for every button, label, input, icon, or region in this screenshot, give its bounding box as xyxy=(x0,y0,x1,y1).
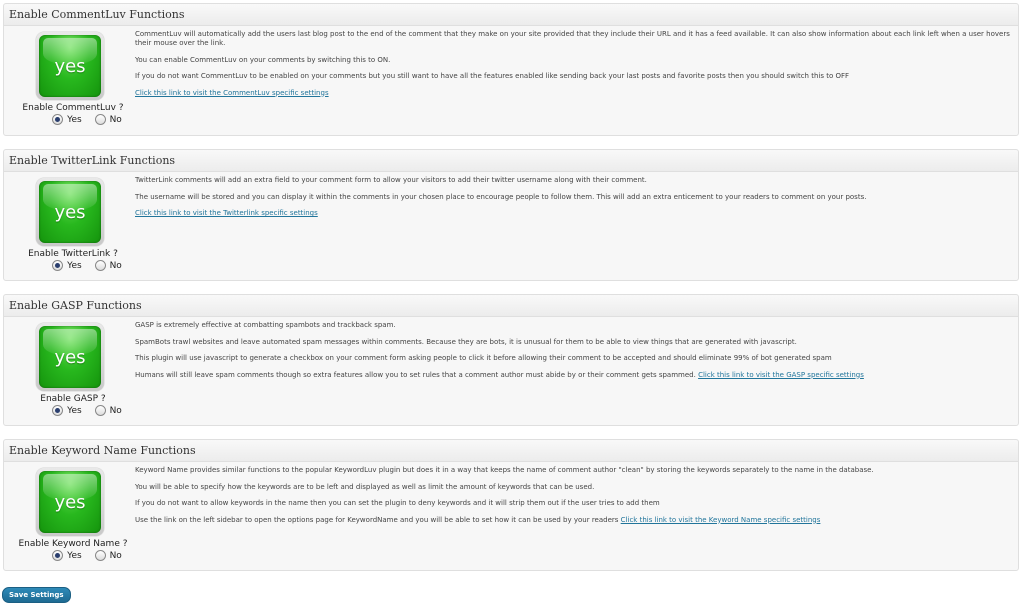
gasp-settings-link[interactable]: Click this link to visit the GASP specif… xyxy=(698,371,864,379)
description-paragraph: Use the link on the left sidebar to open… xyxy=(135,515,619,524)
radio-option-yes[interactable]: Yes xyxy=(52,114,82,125)
description-paragraph: GASP is extremely effective at combattin… xyxy=(135,321,396,329)
radio-no[interactable] xyxy=(94,550,106,561)
yes-toggle-icon[interactable]: yes xyxy=(36,323,104,391)
toggle-label: Enable CommentLuv ? xyxy=(22,103,124,113)
radio-option-yes[interactable]: Yes xyxy=(52,405,82,416)
radio-option-no[interactable]: No xyxy=(94,260,122,271)
panel-title: Enable TwitterLink Functions xyxy=(4,150,1018,172)
description-paragraph: This plugin will use javascript to gener… xyxy=(135,354,832,362)
radio-group: Yes No xyxy=(32,114,152,125)
description: GASP is extremely effective at combattin… xyxy=(135,321,1015,387)
radio-yes-label: Yes xyxy=(67,551,82,561)
gasp-panel: Enable GASP Functions yes Enable GASP ? … xyxy=(3,294,1019,426)
yes-toggle-icon[interactable]: yes xyxy=(36,32,104,100)
panel-title: Enable GASP Functions xyxy=(4,295,1018,317)
description-paragraph: Keyword Name provides similar functions … xyxy=(135,466,874,474)
yes-icon-text: yes xyxy=(54,346,86,368)
description-paragraph: TwitterLink comments will add an extra f… xyxy=(135,176,647,184)
radio-no-label: No xyxy=(109,551,122,561)
radio-option-no[interactable]: No xyxy=(94,114,122,125)
keyword-name-panel: Enable Keyword Name Functions yes Enable… xyxy=(3,439,1019,571)
radio-no-label: No xyxy=(109,406,122,416)
radio-yes[interactable] xyxy=(52,405,64,416)
description-paragraph: If you do not want to allow keywords in … xyxy=(135,499,660,507)
yes-icon-text: yes xyxy=(54,201,86,223)
commentluv-settings-link[interactable]: Click this link to visit the CommentLuv … xyxy=(135,89,329,97)
yes-toggle-icon[interactable]: yes xyxy=(36,178,104,246)
radio-no[interactable] xyxy=(94,114,106,125)
radio-no[interactable] xyxy=(94,260,106,271)
description-paragraph: CommentLuv will automatically add the us… xyxy=(135,30,1010,47)
radio-option-no[interactable]: No xyxy=(94,405,122,416)
radio-option-yes[interactable]: Yes xyxy=(52,550,82,561)
description: CommentLuv will automatically add the us… xyxy=(135,30,1015,105)
twitterlink-panel: Enable TwitterLink Functions yes Enable … xyxy=(3,149,1019,281)
panel-title: Enable Keyword Name Functions xyxy=(4,440,1018,462)
yes-icon-text: yes xyxy=(54,55,86,77)
radio-option-no[interactable]: No xyxy=(94,550,122,561)
radio-no[interactable] xyxy=(94,405,106,416)
radio-group: Yes No xyxy=(32,550,152,561)
toggle-label: Enable Keyword Name ? xyxy=(18,539,128,549)
description-paragraph: If you do not want CommentLuv to be enab… xyxy=(135,72,850,80)
radio-option-yes[interactable]: Yes xyxy=(52,260,82,271)
radio-yes-label: Yes xyxy=(67,406,82,416)
commentluv-panel: Enable CommentLuv Functions yes Enable C… xyxy=(3,3,1019,136)
description-paragraph: You can enable CommentLuv on your commen… xyxy=(135,55,391,64)
radio-yes-label: Yes xyxy=(67,115,82,125)
radio-yes[interactable] xyxy=(52,114,64,125)
radio-yes-label: Yes xyxy=(67,261,82,271)
radio-yes[interactable] xyxy=(52,260,64,271)
yes-icon-text: yes xyxy=(54,491,86,513)
description-paragraph: You will be able to specify how the keyw… xyxy=(135,482,595,491)
description-paragraph: Humans will still leave spam comments th… xyxy=(135,370,696,379)
radio-yes[interactable] xyxy=(52,550,64,561)
radio-group: Yes No xyxy=(32,405,152,416)
toggle-label: Enable TwitterLink ? xyxy=(28,249,118,259)
description: Keyword Name provides similar functions … xyxy=(135,466,1015,532)
radio-no-label: No xyxy=(109,261,122,271)
toggle-label: Enable GASP ? xyxy=(40,394,106,404)
panel-title: Enable CommentLuv Functions xyxy=(4,4,1018,26)
yes-toggle-icon[interactable]: yes xyxy=(36,468,104,536)
description: TwitterLink comments will add an extra f… xyxy=(135,176,1015,226)
radio-group: Yes No xyxy=(32,260,152,271)
radio-no-label: No xyxy=(109,115,122,125)
description-paragraph: The username will be stored and you can … xyxy=(135,192,867,201)
description-paragraph: SpamBots trawl websites and leave automa… xyxy=(135,337,797,346)
keyword-name-settings-link[interactable]: Click this link to visit the Keyword Nam… xyxy=(621,516,821,524)
twitterlink-settings-link[interactable]: Click this link to visit the Twitterlink… xyxy=(135,209,318,217)
